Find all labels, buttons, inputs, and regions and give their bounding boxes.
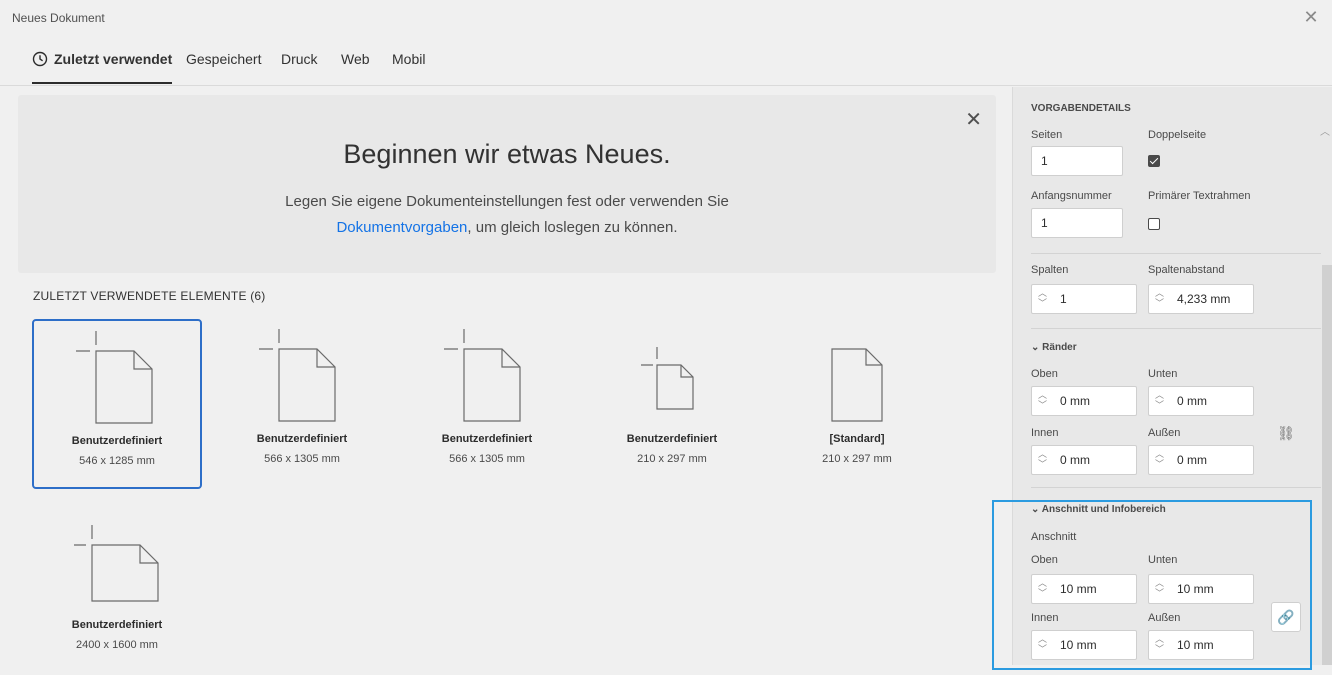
preset-card[interactable]: [Standard] 210 x 297 mm [772,319,942,489]
main-content: ✕ Beginnen wir etwas Neues. Legen Sie ei… [0,87,1012,665]
stepper-arrows-icon[interactable]: ︿ ﹀ [1155,288,1167,310]
raender-unten-value: 0 mm [1177,394,1207,408]
raender-oben-value: 0 mm [1060,394,1090,408]
recent-items-count: (6) [250,289,266,303]
preset-card[interactable]: Benutzerdefiniert 546 x 1285 mm [32,319,202,489]
broken-link-icon[interactable]: ⛓ [1271,418,1301,448]
spaltenabstand-label: Spaltenabstand [1148,264,1225,276]
raender-aussen-label: Außen [1148,427,1181,439]
raender-innen-value: 0 mm [1060,453,1090,467]
focus-highlight [992,500,1312,670]
spalten-value: 1 [1060,292,1067,306]
stepper-arrows-icon[interactable]: ︿ ﹀ [1155,449,1167,471]
scrollbar[interactable] [1322,265,1332,665]
preset-name: [Standard] [829,433,885,445]
document-icon [831,348,883,422]
recent-items-title: ZULETZT VERWENDETE ELEMENTE [33,289,247,303]
banner-line-2: Dokumentvorgaben, um gleich loslegen zu … [18,215,996,241]
primaer-textrahmen-checkbox[interactable] [1148,218,1160,230]
tab-web[interactable]: Web [341,48,370,84]
title-bar: Neues Dokument ✕ [0,0,1332,36]
raender-oben-label: Oben [1031,368,1058,380]
preset-name: Benutzerdefiniert [71,435,163,447]
preset-size: 2400 x 1600 mm [76,639,158,651]
stepper-arrows-icon[interactable]: ︿ ﹀ [1038,390,1050,412]
scroll-up-icon[interactable]: ︿ [1320,123,1330,138]
raender-section-label: Ränder [1042,342,1077,353]
tab-label: Zuletzt verwendet [54,51,173,67]
anfangsnummer-input[interactable]: 1 [1031,208,1123,238]
doppelseite-label: Doppelseite [1148,129,1207,141]
spalten-stepper[interactable]: ︿ ﹀ 1 [1031,284,1137,314]
tab-gespeichert[interactable]: Gespeichert [186,48,261,84]
seiten-label: Seiten [1031,129,1063,141]
close-icon[interactable]: ✕ [1300,6,1322,28]
dokumentvorgaben-link[interactable]: Dokumentvorgaben [336,219,467,236]
close-banner-icon[interactable]: ✕ [965,107,982,132]
divider [1031,487,1321,488]
preset-size: 210 x 297 mm [822,453,892,465]
preset-name: Benutzerdefiniert [71,619,163,631]
banner-headline: Beginnen wir etwas Neues. [343,139,671,169]
tab-zuletzt-verwendet[interactable]: Zuletzt verwendet [32,48,173,84]
recent-items-header: ZULETZT VERWENDETE ELEMENTE (6) [33,289,265,303]
document-small-icon [641,347,694,410]
spalten-label: Spalten [1031,264,1069,276]
welcome-banner: ✕ Beginnen wir etwas Neues. Legen Sie ei… [18,95,996,273]
preset-size: 546 x 1285 mm [79,455,155,467]
preset-name: Benutzerdefiniert [256,433,348,445]
spaltenabstand-value: 4,233 mm [1177,292,1231,306]
primaer-textrahmen-label: Primärer Textrahmen [1148,190,1251,202]
raender-section[interactable]: ⌄ Ränder [1031,342,1077,353]
raender-innen-stepper[interactable]: ︿ ﹀ 0 mm [1031,445,1137,475]
stepper-arrows-icon[interactable]: ︿ ﹀ [1038,449,1050,471]
preset-card[interactable]: Benutzerdefiniert 566 x 1305 mm [402,319,572,489]
preset-card[interactable]: Benutzerdefiniert 566 x 1305 mm [217,319,387,489]
tab-mobil[interactable]: Mobil [392,48,425,84]
preset-card[interactable]: Benutzerdefiniert 210 x 297 mm [587,319,757,489]
banner-text: Legen Sie eigene Dokumenteinstellungen f… [18,189,996,241]
raender-aussen-stepper[interactable]: ︿ ﹀ 0 mm [1148,445,1254,475]
raender-unten-label: Unten [1148,368,1178,380]
banner-line-2-rest: , um gleich loslegen zu können. [467,219,678,236]
preset-name: Benutzerdefiniert [626,433,718,445]
raender-innen-label: Innen [1031,427,1059,439]
raender-unten-stepper[interactable]: ︿ ﹀ 0 mm [1148,386,1254,416]
preset-name: Benutzerdefiniert [441,433,533,445]
spaltenabstand-stepper[interactable]: ︿ ﹀ 4,233 mm [1148,284,1254,314]
stepper-arrows-icon[interactable]: ︿ ﹀ [1155,390,1167,412]
preset-card[interactable]: Benutzerdefiniert 2400 x 1600 mm [32,505,202,675]
document-landscape-icon [74,525,159,602]
divider [1031,253,1321,254]
document-portrait-icon [76,331,153,424]
banner-line-1: Legen Sie eigene Dokumenteinstellungen f… [285,193,729,210]
raender-oben-stepper[interactable]: ︿ ﹀ 0 mm [1031,386,1137,416]
doppelseite-checkbox[interactable] [1148,155,1160,167]
divider [1031,328,1321,329]
document-portrait-icon [259,329,336,422]
window-title: Neues Dokument [12,11,105,25]
tab-bar: Zuletzt verwendet Gespeichert Druck Web … [0,36,1332,86]
anfangsnummer-label: Anfangsnummer [1031,190,1112,202]
preset-size: 210 x 297 mm [637,453,707,465]
seiten-input[interactable]: 1 [1031,146,1123,176]
document-portrait-icon [444,329,521,422]
tab-druck[interactable]: Druck [281,48,318,84]
section-title: VORGABENDETAILS [1031,103,1131,114]
preset-size: 566 x 1305 mm [264,453,340,465]
clock-icon [32,51,48,67]
stepper-arrows-icon[interactable]: ︿ ﹀ [1038,288,1050,310]
raender-aussen-value: 0 mm [1177,453,1207,467]
preset-size: 566 x 1305 mm [449,453,525,465]
